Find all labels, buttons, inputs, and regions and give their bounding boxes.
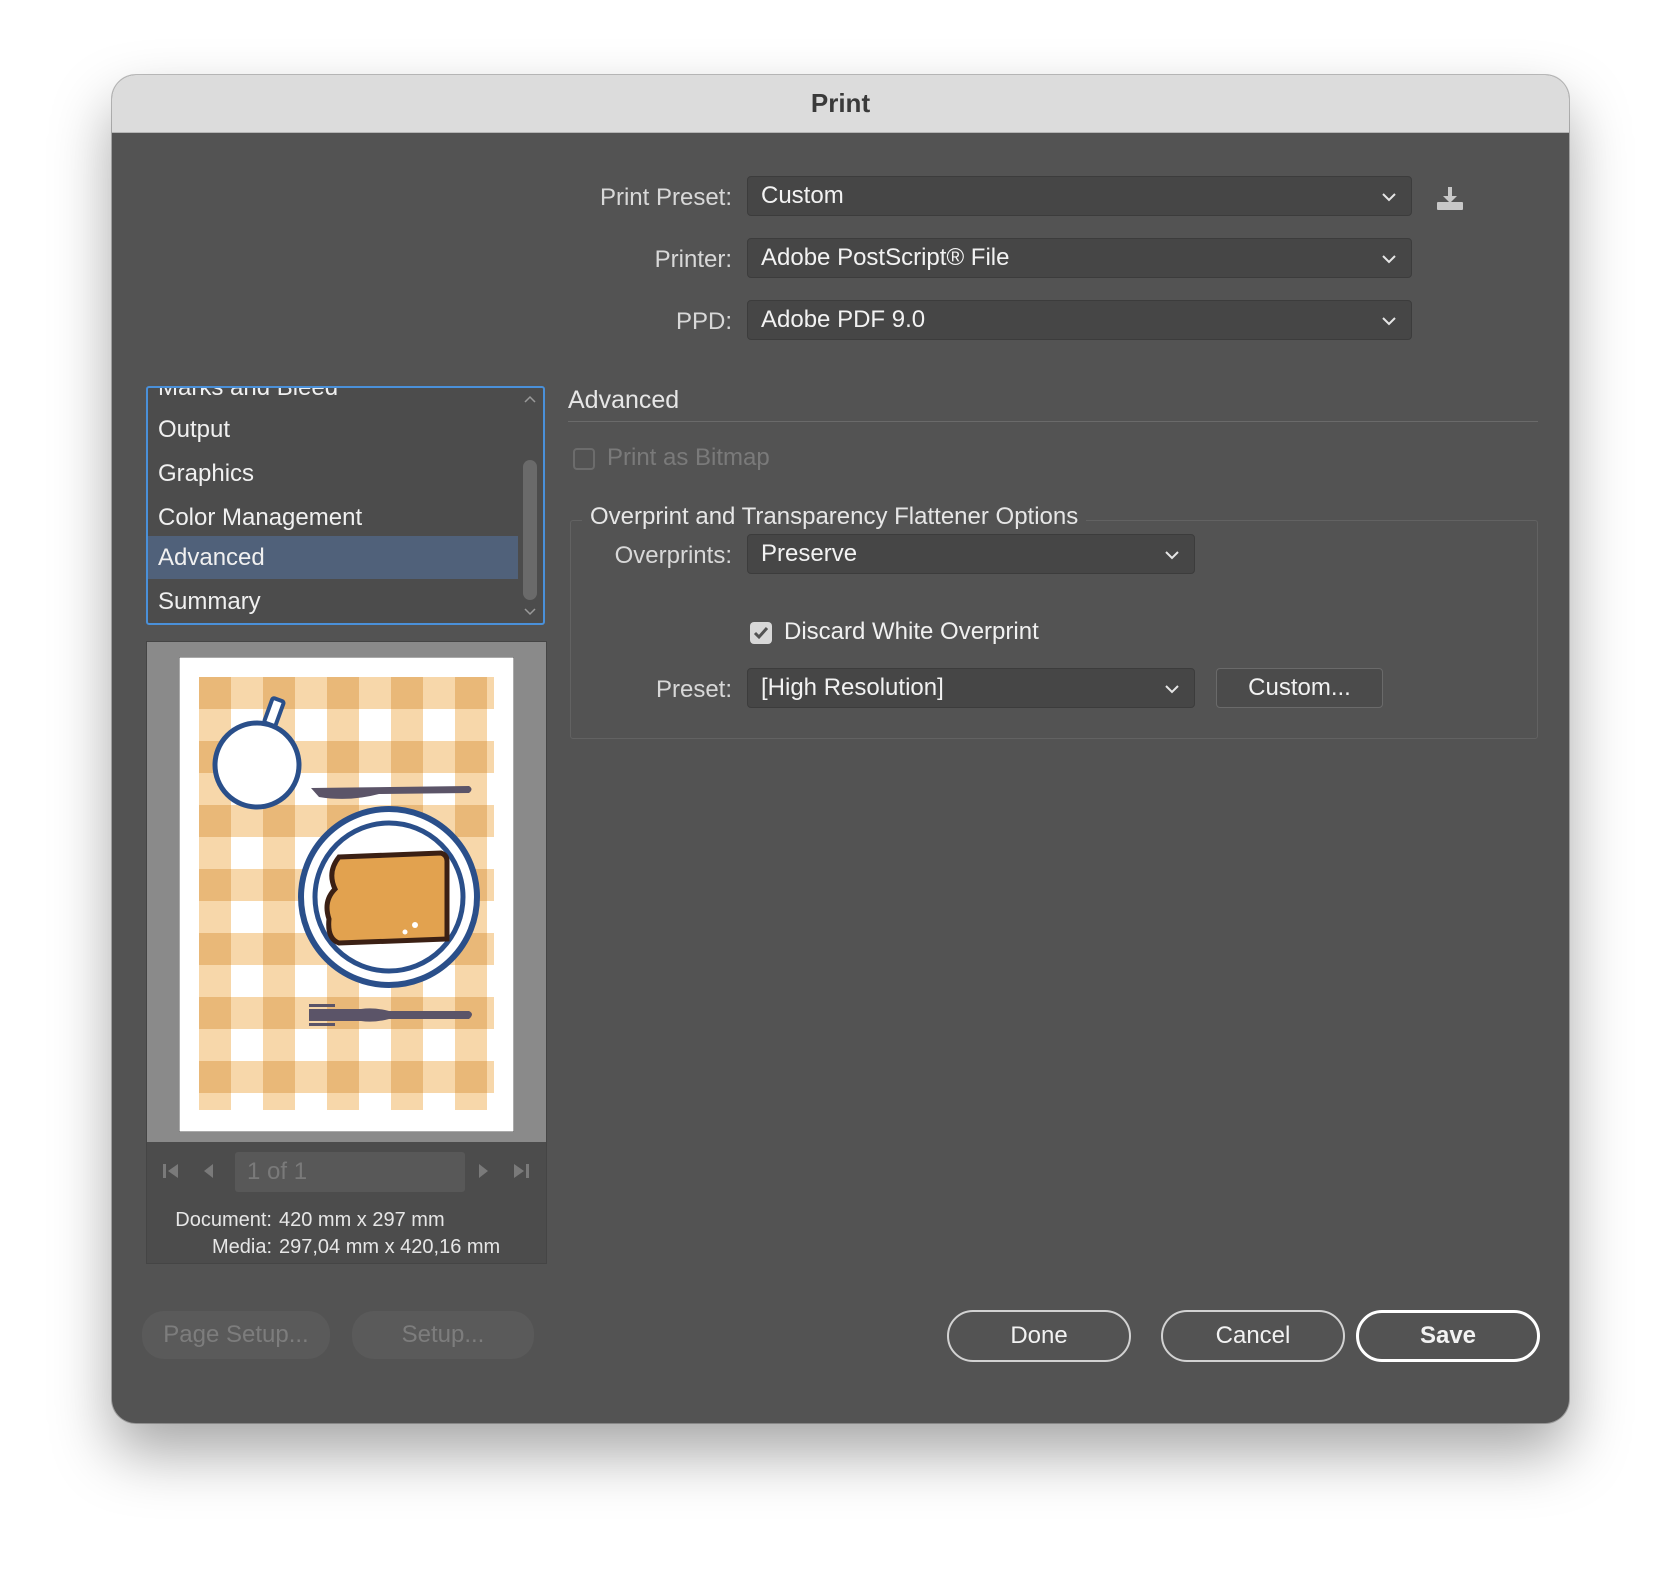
- overprint-group-title: Overprint and Transparency Flattener Opt…: [582, 503, 1087, 531]
- print-preset-label: Print Preset:: [599, 184, 732, 211]
- media-size-label: Media:: [211, 1236, 272, 1258]
- ppd-label: PPD:: [675, 308, 732, 335]
- discard-white-overprint-label: Discard White Overprint: [784, 618, 1039, 645]
- overprints-value: Preserve: [761, 540, 858, 567]
- chevron-down-icon: [1382, 317, 1396, 326]
- document-size-label: Document:: [175, 1209, 272, 1231]
- overprints-select[interactable]: Preserve: [747, 534, 1195, 574]
- printer-value: Adobe PostScript® File: [761, 244, 1010, 271]
- flattener-preset-select[interactable]: [High Resolution]: [747, 668, 1195, 708]
- page-number-field[interactable]: 1 of 1: [235, 1152, 465, 1192]
- done-button[interactable]: Done: [947, 1310, 1131, 1362]
- ppd-value: Adobe PDF 9.0: [761, 306, 926, 333]
- window-title: Print: [810, 88, 871, 118]
- preview-panel: 1 of 1 Document: 420 mm x 297 mm Media: …: [146, 641, 547, 1264]
- print-preset-value: Custom: [761, 182, 844, 209]
- printer-label: Printer:: [654, 246, 732, 273]
- list-item-color-management[interactable]: Color Management: [148, 496, 518, 539]
- overprints-label: Overprints:: [614, 542, 732, 569]
- flattener-preset-label: Preset:: [655, 676, 732, 703]
- page-preview-image: [179, 657, 514, 1132]
- list-item-summary[interactable]: Summary: [148, 580, 518, 623]
- first-page-icon[interactable]: [161, 1162, 181, 1180]
- custom-flattener-button[interactable]: Custom...: [1216, 668, 1383, 708]
- setup-button[interactable]: Setup...: [352, 1311, 534, 1359]
- list-item-marks-and-bleed[interactable]: Marks and Bleed: [148, 388, 518, 409]
- section-title-advanced: Advanced: [568, 386, 680, 414]
- previous-page-icon[interactable]: [201, 1162, 217, 1180]
- page-navigator: 1 of 1: [147, 1142, 546, 1202]
- print-dialog: Print Print Preset: Custom Printer: Adob…: [112, 75, 1569, 1423]
- save-button[interactable]: Save: [1356, 1310, 1540, 1362]
- ppd-select[interactable]: Adobe PDF 9.0: [747, 300, 1412, 340]
- scroll-down-icon[interactable]: [523, 607, 537, 617]
- media-size-value: 297,04 mm x 420,16 mm: [279, 1236, 501, 1258]
- section-divider: [568, 421, 1538, 422]
- scroll-up-icon[interactable]: [523, 394, 537, 404]
- category-list[interactable]: Marks and Bleed Output Graphics Color Ma…: [146, 386, 545, 625]
- chevron-down-icon: [1382, 255, 1396, 264]
- document-size-value: 420 mm x 297 mm: [279, 1209, 445, 1231]
- next-page-icon[interactable]: [475, 1162, 491, 1180]
- flattener-preset-value: [High Resolution]: [761, 674, 944, 701]
- list-item-output[interactable]: Output: [148, 408, 518, 451]
- last-page-icon[interactable]: [511, 1162, 531, 1180]
- list-item-graphics[interactable]: Graphics: [148, 452, 518, 495]
- scroll-thumb[interactable]: [523, 460, 537, 600]
- print-preset-select[interactable]: Custom: [747, 176, 1412, 216]
- list-scrollbar[interactable]: [519, 390, 541, 621]
- checkmark-icon: [753, 627, 769, 640]
- chevron-down-icon: [1382, 193, 1396, 202]
- title-bar: Print: [112, 75, 1569, 133]
- page-setup-button[interactable]: Page Setup...: [142, 1311, 330, 1359]
- save-preset-icon[interactable]: [1435, 186, 1465, 212]
- discard-white-overprint-checkbox[interactable]: [750, 622, 772, 644]
- print-as-bitmap-label: Print as Bitmap: [607, 444, 770, 471]
- print-as-bitmap-checkbox[interactable]: [573, 448, 595, 470]
- cancel-button[interactable]: Cancel: [1161, 1310, 1345, 1362]
- chevron-down-icon: [1165, 551, 1179, 560]
- chevron-down-icon: [1165, 685, 1179, 694]
- printer-select[interactable]: Adobe PostScript® File: [747, 238, 1412, 278]
